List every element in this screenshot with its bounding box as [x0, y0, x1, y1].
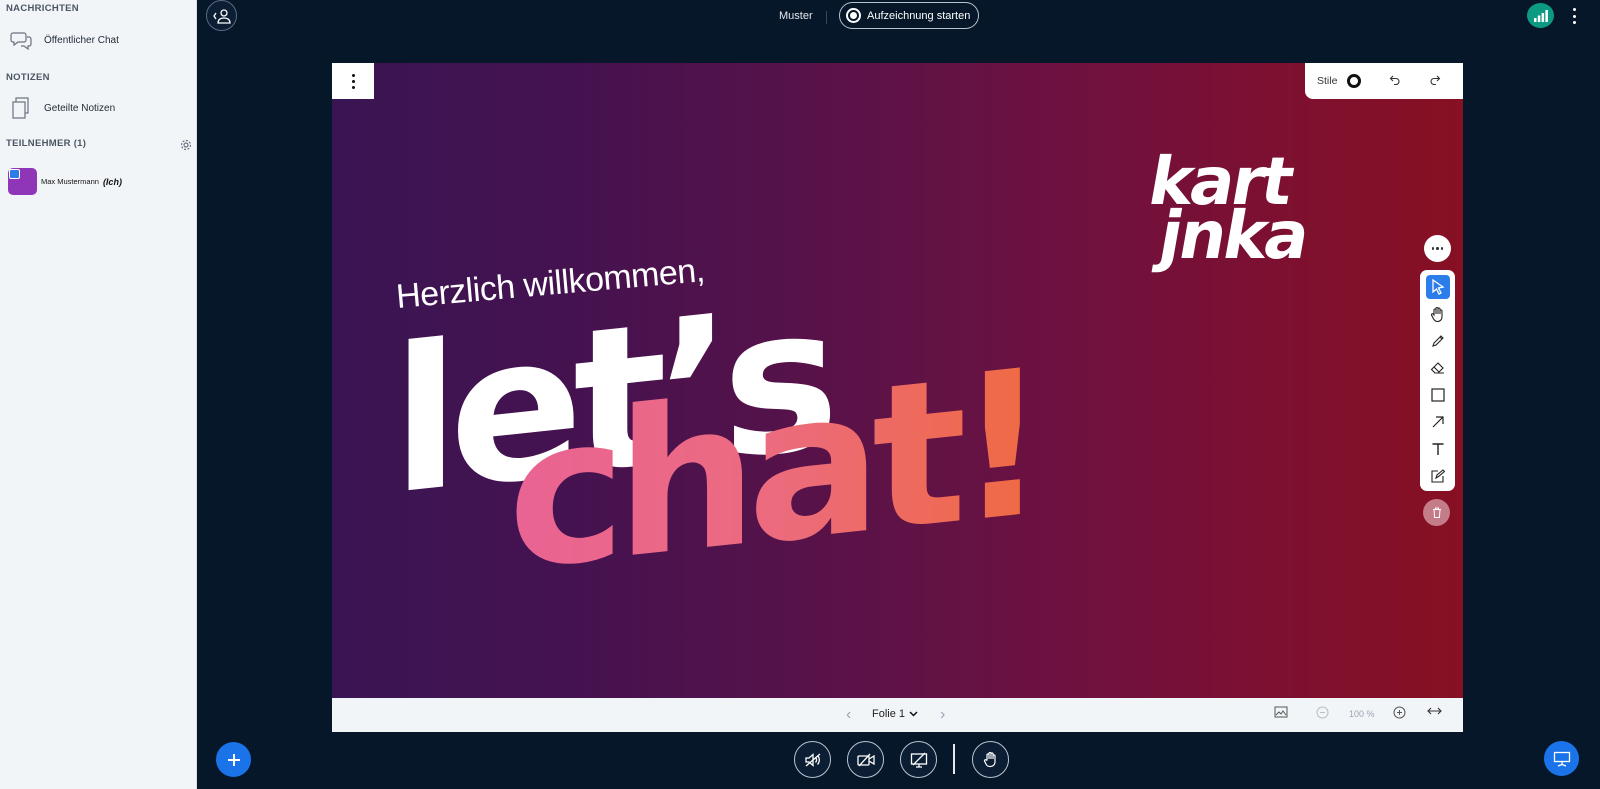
snapshot-image-icon[interactable] — [1274, 706, 1288, 718]
stroke-color-ring-icon[interactable] — [1347, 74, 1362, 88]
select-tool-icon[interactable] — [1425, 275, 1450, 299]
presenter-badge-icon — [9, 169, 20, 179]
shared-notes-item[interactable]: Geteilte Notizen — [10, 97, 115, 119]
speaker-muted-icon — [804, 752, 820, 767]
screen-share-off-icon — [910, 752, 927, 768]
slide-selector[interactable]: Folie 1 — [872, 708, 918, 720]
avatar — [8, 168, 37, 195]
signal-bars-icon — [1533, 9, 1548, 22]
actions-plus-button[interactable] — [216, 742, 251, 777]
options-menu-icon[interactable] — [1568, 6, 1580, 26]
share-webcam-button[interactable] — [847, 741, 884, 778]
participant-me-tag: (Ich) — [102, 176, 122, 187]
participants-settings-gear-icon[interactable] — [180, 138, 192, 151]
pan-hand-tool-icon[interactable] — [1426, 302, 1450, 326]
zoom-in-icon[interactable] — [1393, 706, 1406, 719]
whiteboard-toolbar — [1420, 270, 1455, 491]
fit-width-icon[interactable] — [1427, 706, 1442, 716]
redo-icon[interactable] — [1429, 74, 1441, 89]
controls-divider — [953, 744, 955, 774]
whiteboard-styles-bar: Stile — [1305, 63, 1463, 99]
slide-options-button[interactable] — [332, 63, 374, 99]
meeting-name: Muster — [779, 10, 813, 22]
messages-heading: NACHRICHTEN — [6, 3, 79, 14]
next-slide-chevron-right-icon[interactable]: › — [940, 706, 945, 724]
raise-hand-icon — [983, 751, 996, 768]
chat-bubbles-icon — [10, 29, 32, 51]
notes-heading: NOTIZEN — [6, 72, 50, 83]
presentation-screen-icon — [1553, 751, 1570, 767]
sidebar: NACHRICHTEN Öffentlicher Chat NOTIZEN Ge… — [0, 0, 197, 789]
undo-icon[interactable] — [1389, 74, 1401, 89]
plus-icon — [227, 753, 240, 766]
topbar-divider — [826, 11, 827, 24]
connection-status-button[interactable] — [1527, 3, 1554, 28]
pencil-tool-icon[interactable] — [1426, 329, 1450, 353]
participants-heading: TEILNEHMER (1) — [6, 138, 87, 149]
styles-label[interactable]: Stile — [1317, 75, 1337, 87]
kartjnka-logo: kart jnka — [1143, 146, 1313, 274]
eraser-tool-icon[interactable] — [1426, 356, 1450, 380]
start-recording-button[interactable]: Aufzeichnung starten — [839, 2, 979, 29]
participant-name: Max Mustermann — [41, 177, 99, 186]
zoom-out-icon[interactable] — [1316, 706, 1329, 719]
sticky-note-tool-icon[interactable] — [1426, 464, 1450, 488]
raise-hand-button[interactable] — [972, 741, 1009, 778]
delete-trash-icon[interactable] — [1423, 499, 1450, 526]
leave-audio-button[interactable] — [794, 741, 831, 778]
user-icon — [212, 8, 231, 24]
slide-headline-chat: chat! — [508, 326, 1038, 617]
whiteboard-more-icon[interactable] — [1424, 235, 1451, 262]
record-label: Aufzeichnung starten — [867, 9, 971, 22]
record-icon — [846, 8, 861, 23]
vertical-dots-icon — [351, 73, 355, 89]
public-chat-label: Öffentlicher Chat — [44, 34, 119, 46]
slide-selector-label: Folie 1 — [872, 708, 906, 720]
rectangle-tool-icon[interactable] — [1426, 383, 1450, 407]
arrow-tool-icon[interactable] — [1426, 410, 1450, 434]
text-tool-icon[interactable] — [1426, 437, 1450, 461]
document-icon — [10, 97, 32, 119]
camera-off-icon — [856, 753, 875, 766]
toggle-userlist-button[interactable] — [206, 0, 237, 31]
logo-line-2: jnka — [1150, 196, 1313, 273]
toggle-presentation-button[interactable] — [1544, 741, 1579, 776]
previous-slide-chevron-left-icon[interactable]: ‹ — [846, 706, 851, 724]
zoom-level: 100 % — [1349, 709, 1375, 719]
chevron-down-icon — [909, 711, 918, 717]
participant-row[interactable]: Max Mustermann (Ich) — [8, 168, 122, 195]
public-chat-item[interactable]: Öffentlicher Chat — [10, 29, 119, 51]
shared-notes-label: Geteilte Notizen — [44, 102, 116, 114]
share-screen-button[interactable] — [900, 741, 937, 778]
